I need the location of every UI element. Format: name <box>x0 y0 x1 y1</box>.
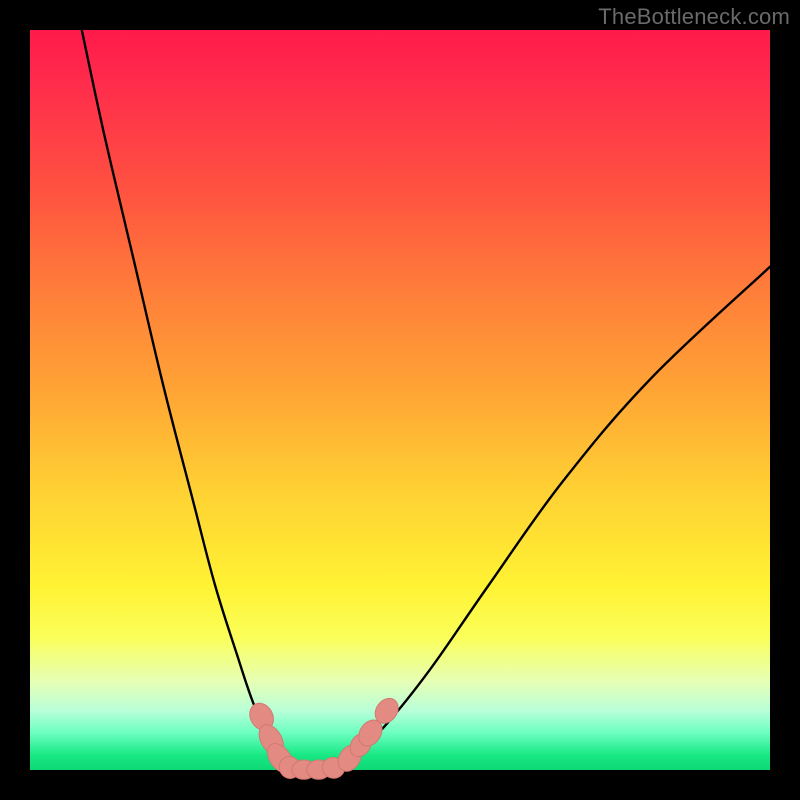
bottleneck-curve <box>82 30 770 770</box>
marker-group <box>245 694 403 781</box>
curve-svg <box>30 30 770 770</box>
watermark-text: TheBottleneck.com <box>598 4 790 30</box>
gradient-plot-area <box>30 30 770 770</box>
chart-frame: TheBottleneck.com <box>0 0 800 800</box>
